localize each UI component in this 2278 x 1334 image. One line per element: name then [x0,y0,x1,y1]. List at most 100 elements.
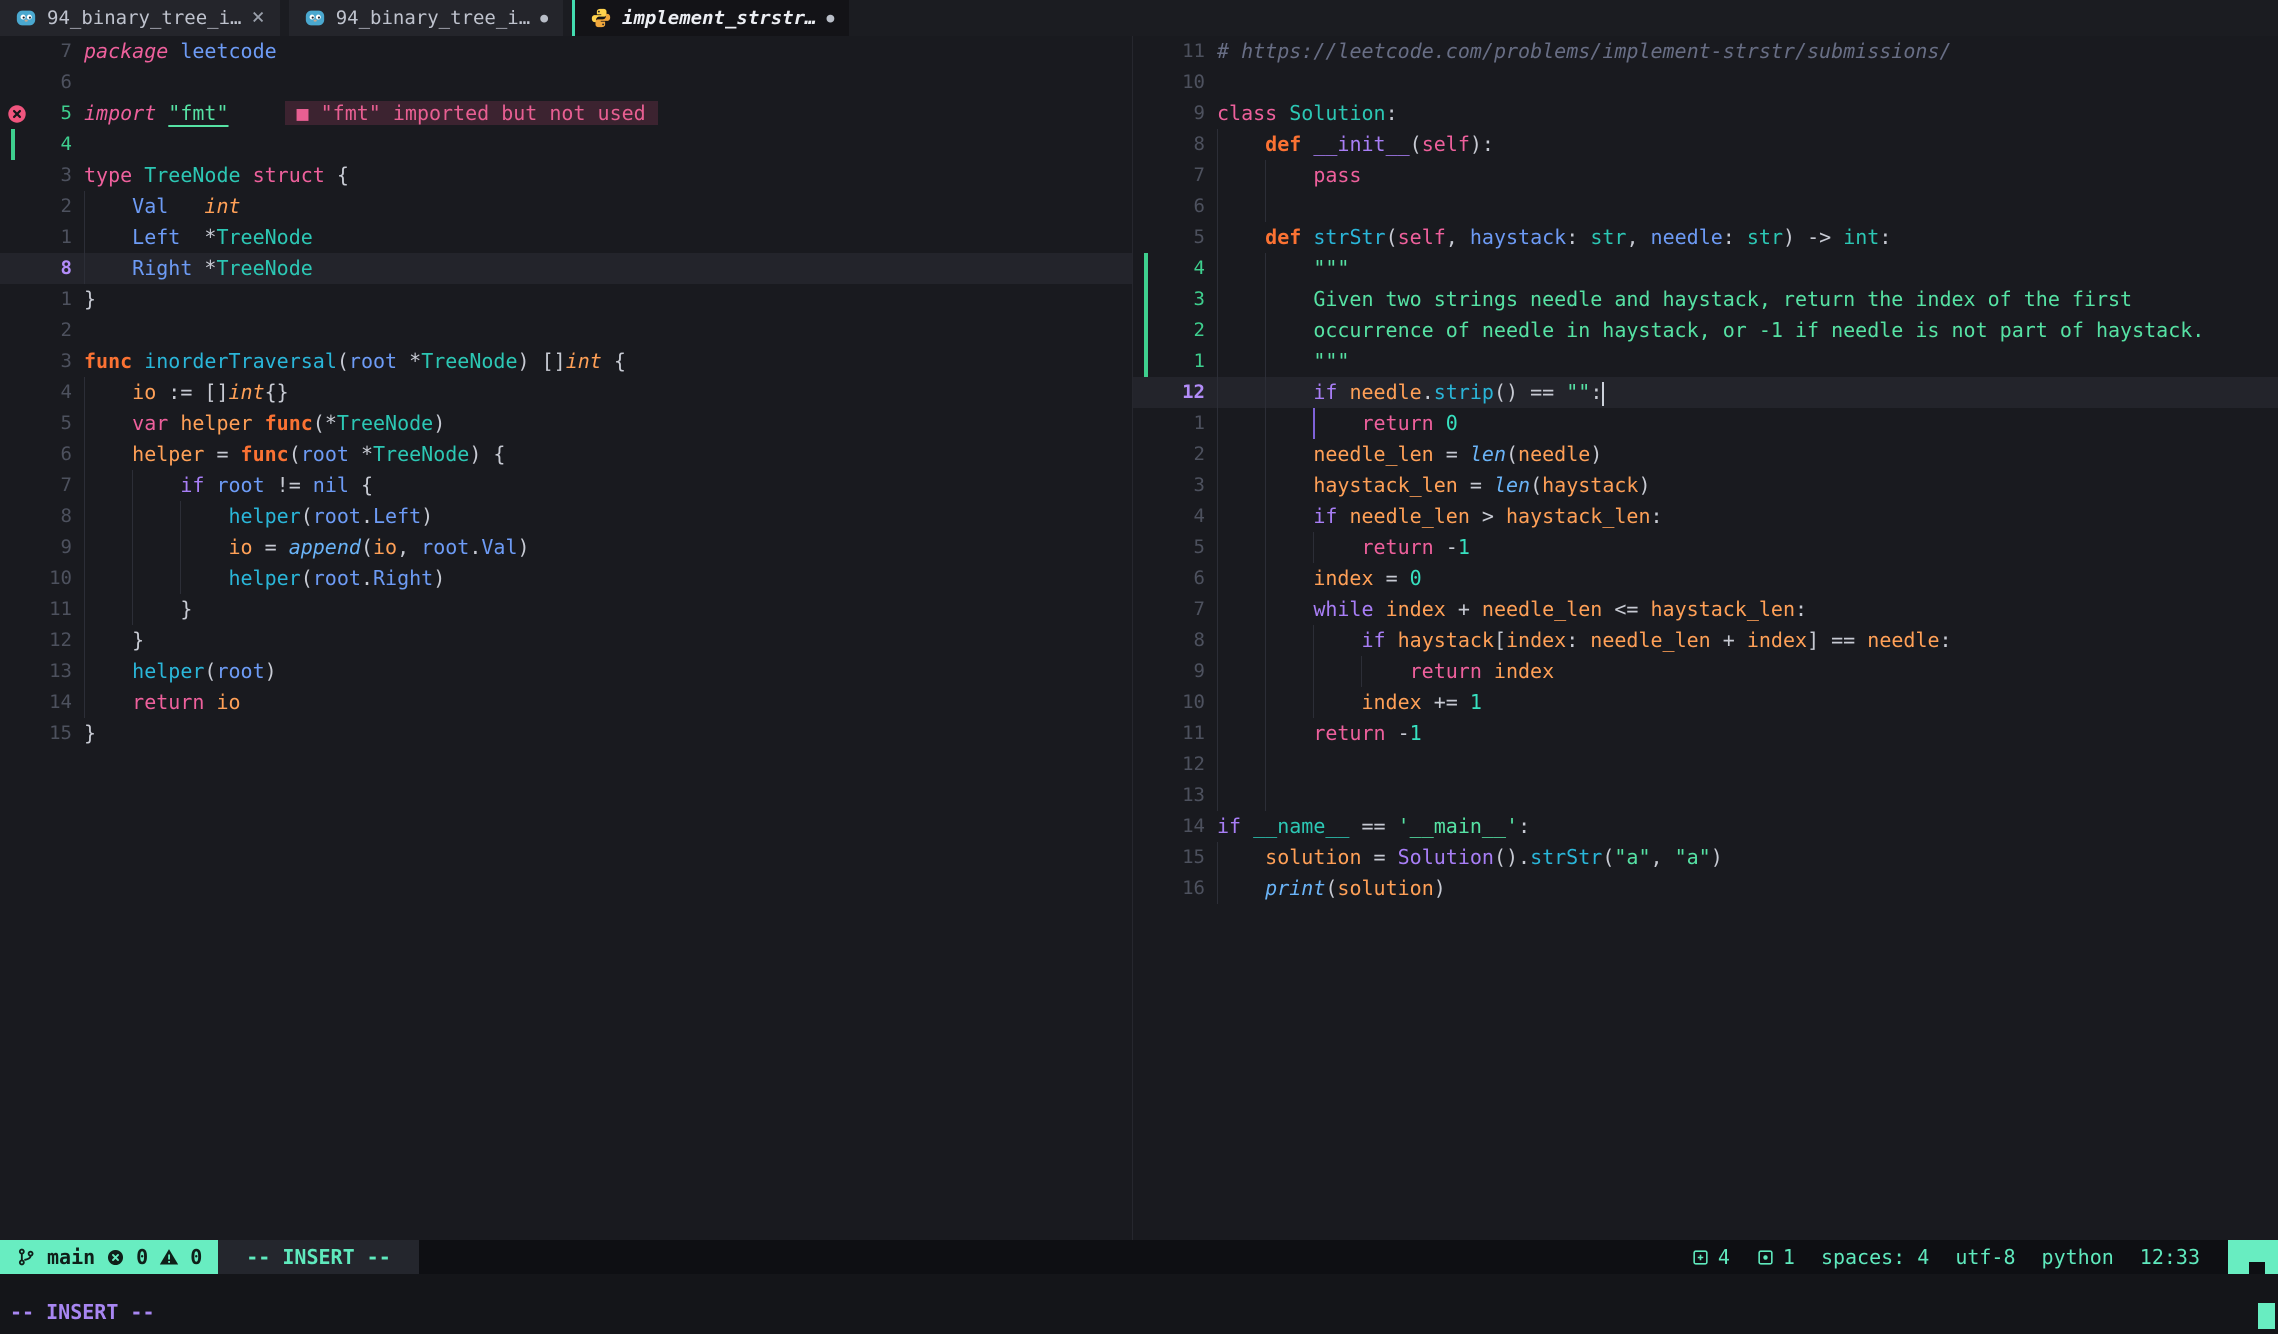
sign-column [1133,408,1167,439]
code-line[interactable]: 9 return index [1133,656,2278,687]
code-line[interactable]: 15} [0,718,1132,749]
indent-guide [1265,346,1313,377]
code-line[interactable]: 8 if haystack[index: needle_len + index]… [1133,625,2278,656]
line-number: 14 [1167,811,1205,842]
code-line[interactable]: 10 index += 1 [1133,687,2278,718]
code-line[interactable]: 3 haystack_len = len(haystack) [1133,470,2278,501]
code-line[interactable]: 8 Right *TreeNode [0,253,1132,284]
sign-column [1133,160,1167,191]
code-line[interactable]: 12 if needle.strip() == "": [1133,377,2278,408]
code-line[interactable]: 2 occurrence of needle in haystack, or -… [1133,315,2278,346]
git-segment[interactable]: main 0 0 [0,1240,218,1274]
code-line[interactable]: 2 needle_len = len(needle) [1133,439,2278,470]
encoding-status[interactable]: utf-8 [1955,1245,2015,1269]
filetype-status[interactable]: python [2042,1245,2114,1269]
indent-guide [84,594,132,625]
sign-column [1133,811,1167,842]
code-line[interactable]: 1} [0,284,1132,315]
indent-guide [1217,408,1265,439]
tab-94-binary-tree-i[interactable]: 94_binary_tree_i…● [289,0,563,36]
code-line[interactable]: 1 Left *TreeNode [0,222,1132,253]
code-line[interactable]: 6 index = 0 [1133,563,2278,594]
code-line[interactable]: 10 helper(root.Right) [0,563,1132,594]
code-line[interactable]: 8 helper(root.Left) [0,501,1132,532]
code-line[interactable]: 13 [1133,780,2278,811]
command-line[interactable]: -- INSERT -- [0,1274,2278,1334]
code-line[interactable]: 7 if root != nil { [0,470,1132,501]
code-line[interactable]: 4 io := []int{} [0,377,1132,408]
code-line[interactable]: 6 [1133,191,2278,222]
code-line[interactable]: 6 helper = func(root *TreeNode) { [0,439,1132,470]
sign-column [0,532,34,563]
line-number: 11 [1167,718,1205,749]
indent-guide [1265,501,1313,532]
code-line[interactable]: 11# https://leetcode.com/problems/implem… [1133,36,2278,67]
tab-implement-strstr[interactable]: implement_strstr…● [572,0,849,36]
sign-column [0,284,34,315]
tab-modified-icon: ● [826,11,834,26]
sign-column [1133,594,1167,625]
code-line[interactable]: 5 var helper func(*TreeNode) [0,408,1132,439]
code-line[interactable]: 5 return -1 [1133,532,2278,563]
sign-column [1133,439,1167,470]
code-line[interactable]: 3func inorderTraversal(root *TreeNode) [… [0,346,1132,377]
code-line[interactable]: 2 [0,315,1132,346]
code-line[interactable]: 2 Val int [0,191,1132,222]
code-line[interactable]: 3 Given two strings needle and haystack,… [1133,284,2278,315]
code-line[interactable]: 1 """ [1133,346,2278,377]
code-line[interactable]: 5 def strStr(self, haystack: str, needle… [1133,222,2278,253]
code-line[interactable]: 7 pass [1133,160,2278,191]
code-line[interactable]: 8 def __init__(self): [1133,129,2278,160]
code-line[interactable]: 11 } [0,594,1132,625]
sign-column [1133,656,1167,687]
tab-close-icon[interactable]: × [251,7,264,29]
code-text: Left *TreeNode [72,222,313,253]
code-line[interactable]: 4 """ [1133,253,2278,284]
indent-guide [1217,687,1265,718]
code-line[interactable]: 3type TreeNode struct { [0,160,1132,191]
code-line[interactable]: 9class Solution: [1133,98,2278,129]
right-editor-pane[interactable]: 11# https://leetcode.com/problems/implem… [1133,36,2278,1240]
tab-94-binary-tree-i[interactable]: 94_binary_tree_i…× [0,0,280,36]
code-line[interactable]: 16 print(solution) [1133,873,2278,904]
git-added-sign [1133,253,1167,284]
code-line[interactable]: 11 return -1 [1133,718,2278,749]
code-line[interactable]: 13 helper(root) [0,656,1132,687]
code-text: import "fmt"■ "fmt" imported but not use… [72,98,658,129]
code-line[interactable]: 1 return 0 [1133,408,2278,439]
code-line[interactable]: 5import "fmt"■ "fmt" imported but not us… [0,98,1132,129]
code-line[interactable]: 4 [0,129,1132,160]
code-text: var helper func(*TreeNode) [72,408,445,439]
line-number: 6 [1167,191,1205,222]
code-line[interactable]: 14 return io [0,687,1132,718]
code-line[interactable]: 10 [1133,67,2278,98]
code-line[interactable]: 12 [1133,749,2278,780]
indent-guide [1265,594,1313,625]
code-line[interactable]: 6 [0,67,1132,98]
tab-label: 94_binary_tree_i… [336,7,530,29]
indent-guide [1217,749,1265,780]
line-number: 11 [34,594,72,625]
progress-block-notch [2249,1262,2265,1274]
code-text: if needle_len > haystack_len: [1205,501,1663,532]
indent-guide [1217,718,1265,749]
indent-guide [84,191,132,222]
indent-guide [84,377,132,408]
sign-column [1133,563,1167,594]
line-number: 15 [34,718,72,749]
indent-guide [132,501,180,532]
code-line[interactable]: 15 solution = Solution().strStr("a", "a"… [1133,842,2278,873]
code-line[interactable]: 12 } [0,625,1132,656]
diff-added-item: 4 [1691,1245,1730,1269]
sign-column [1133,687,1167,718]
code-line[interactable]: 4 if needle_len > haystack_len: [1133,501,2278,532]
code-line[interactable]: 9 io = append(io, root.Val) [0,532,1132,563]
sign-column [0,563,34,594]
sign-column [1133,129,1167,160]
code-line[interactable]: 7package leetcode [0,36,1132,67]
indent-status[interactable]: spaces: 4 [1821,1245,1929,1269]
line-number: 3 [34,160,72,191]
left-editor-pane[interactable]: 7package leetcode65import "fmt"■ "fmt" i… [0,36,1133,1240]
code-line[interactable]: 14if __name__ == '__main__': [1133,811,2278,842]
code-line[interactable]: 7 while index + needle_len <= haystack_l… [1133,594,2278,625]
